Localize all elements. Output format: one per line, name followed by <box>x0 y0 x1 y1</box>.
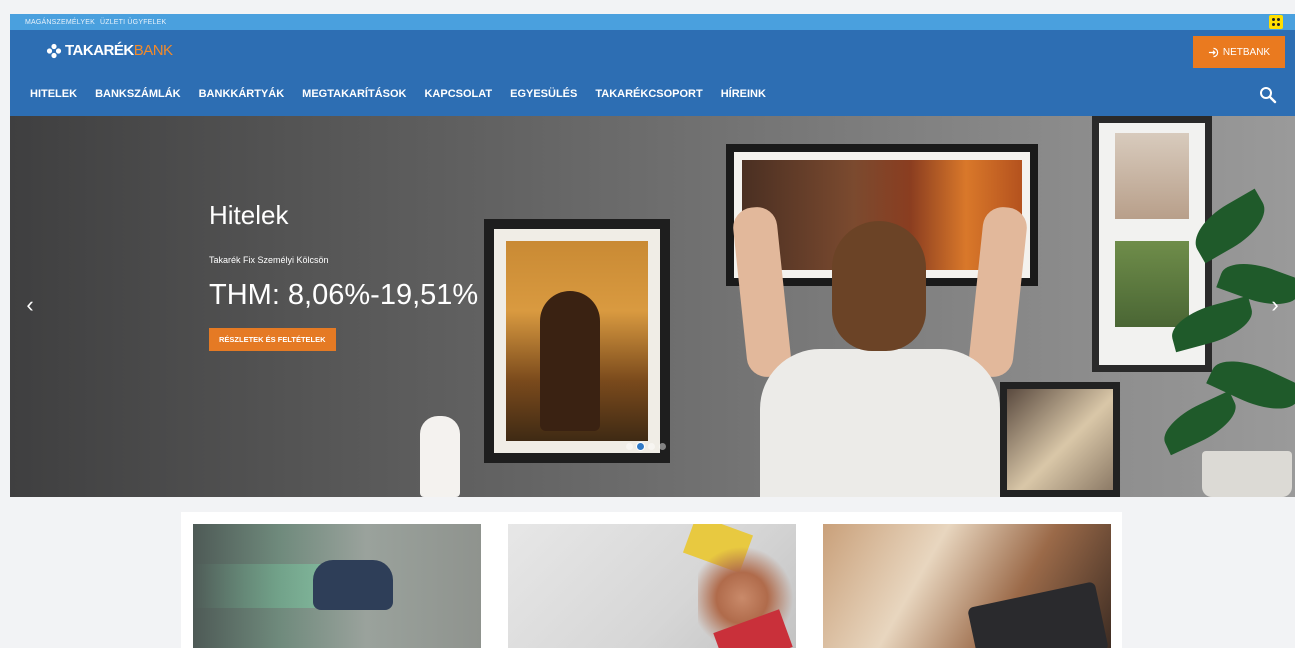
slider-dot-2[interactable] <box>637 443 644 450</box>
photo-frame-couple <box>1000 382 1120 497</box>
chevron-right-icon[interactable]: › <box>1263 290 1287 320</box>
vase-decoration <box>420 416 460 497</box>
netbank-button[interactable]: NETBANK <box>1193 36 1285 68</box>
nav-item-megtakaritasok[interactable]: MEGTAKARÍTÁSOK <box>302 88 406 100</box>
promo-cards <box>181 512 1122 648</box>
slide-subtitle: Takarék Fix Személyi Kölcsön <box>209 255 329 265</box>
nav-item-kapcsolat[interactable]: KAPCSOLAT <box>424 88 492 100</box>
nav-item-hitelek[interactable]: HITELEK <box>30 88 77 100</box>
nav-item-hireink[interactable]: HÍREINK <box>721 88 766 100</box>
top-segment-bar: MAGÁNSZEMÉLYEK ÜZLETI ÜGYFELEK <box>10 14 1295 30</box>
logo-text-takarek: TAKARÉK <box>65 42 134 59</box>
card-image-flying-laptop[interactable] <box>193 524 481 648</box>
slider-dots <box>626 443 666 450</box>
link-business-customers[interactable]: ÜZLETI ÜGYFELEK <box>100 19 166 26</box>
plant-pot <box>1202 451 1292 497</box>
main-navigation: HITELEK BANKSZÁMLÁK BANKKÁRTYÁK MEGTAKAR… <box>10 72 1295 116</box>
slide-caption: Hitelek Takarék Fix Személyi Kölcsön THM… <box>209 200 478 351</box>
nav-item-bankszamlak[interactable]: BANKSZÁMLÁK <box>95 88 181 100</box>
search-icon[interactable] <box>1259 86 1277 104</box>
login-arrow-icon <box>1208 47 1219 57</box>
card-image-calculator[interactable] <box>823 524 1111 648</box>
netbank-label: NETBANK <box>1222 46 1271 58</box>
card-image-team-hands[interactable] <box>508 524 796 648</box>
chevron-left-icon[interactable]: ‹ <box>18 290 42 320</box>
link-private-customers[interactable]: MAGÁNSZEMÉLYEK <box>25 19 95 26</box>
slide-title: Hitelek <box>209 200 289 230</box>
accessibility-icon[interactable] <box>1269 15 1283 29</box>
slider-dot-4[interactable] <box>659 443 666 450</box>
nav-item-takarekcsoport[interactable]: TAKARÉKCSOPORT <box>595 88 702 100</box>
logo-text-bank: BANK <box>133 42 173 59</box>
header-logo-bar: TAKARÉK BANK NETBANK <box>10 30 1295 72</box>
takarek-logo[interactable]: TAKARÉK BANK <box>46 42 173 59</box>
hero-woman-hanging-frame <box>731 205 1029 497</box>
photo-frame-family-sunset <box>484 219 670 463</box>
nav-item-bankkartyak[interactable]: BANKKÁRTYÁK <box>199 88 285 100</box>
details-button[interactable]: RÉSZLETEK ÉS FELTÉTELEK <box>209 328 336 351</box>
nav-item-egyesules[interactable]: EGYESÜLÉS <box>510 88 577 100</box>
slider-dot-3[interactable] <box>648 443 655 450</box>
takarek-logo-icon <box>46 43 62 58</box>
hero-slider: Hitelek Takarék Fix Személyi Kölcsön THM… <box>10 116 1295 497</box>
slider-dot-1[interactable] <box>626 443 633 450</box>
slide-thm-rate: THM: 8,06%-19,51% <box>209 279 479 311</box>
